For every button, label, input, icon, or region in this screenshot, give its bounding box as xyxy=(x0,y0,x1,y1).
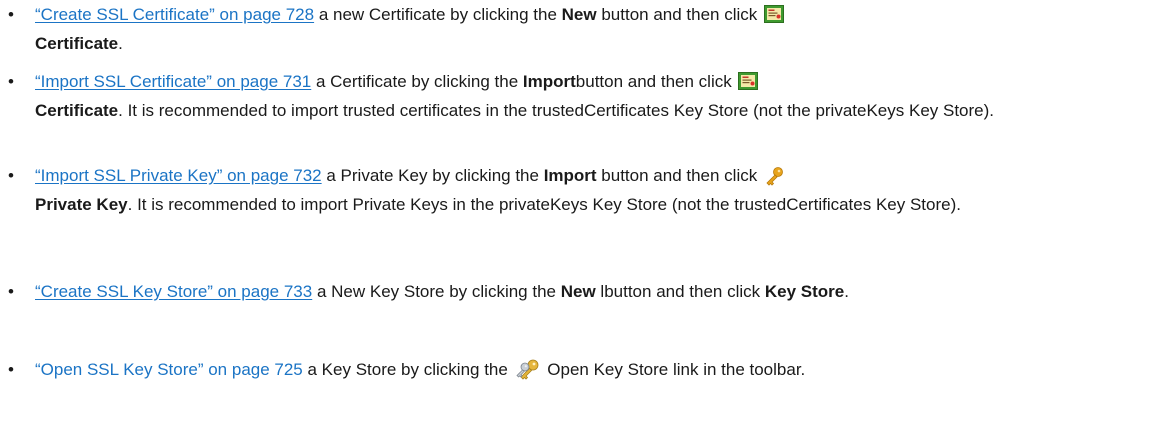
bullet-marker: • xyxy=(8,360,14,379)
item-text: button and then click xyxy=(575,72,737,91)
import-label: Import xyxy=(543,166,597,185)
certificate-icon xyxy=(738,72,759,98)
item-text: a New Key Store by clicking the xyxy=(312,282,561,301)
certificate-label: Certificate xyxy=(35,101,119,120)
item-text: . xyxy=(118,34,123,53)
import-ssl-certificate-link[interactable]: “Import SSL Certificate” on page 731 xyxy=(35,72,311,91)
list-item: • “Open SSL Key Store” on page 725 a Key… xyxy=(0,357,1130,386)
open-ssl-key-store-link[interactable]: “Open SSL Key Store” on page 725 xyxy=(35,360,303,379)
item-text: . It is recommended to import Private Ke… xyxy=(127,195,961,214)
list-item: • “Create SSL Key Store” on page 733 a N… xyxy=(0,279,1130,305)
import-label: Import xyxy=(522,72,576,91)
bullet-marker: • xyxy=(8,72,14,91)
certificate-icon xyxy=(764,5,785,31)
list-item-text: “Create SSL Key Store” on page 733 a New… xyxy=(35,279,1130,305)
item-text: . xyxy=(844,282,849,301)
item-text: lbutton and then click xyxy=(595,282,765,301)
keys-icon xyxy=(515,358,543,386)
import-ssl-private-key-link[interactable]: “Import SSL Private Key” on page 732 xyxy=(35,166,322,185)
item-text: Open Key Store link in the toolbar. xyxy=(542,360,806,379)
item-text: button and then click xyxy=(596,5,763,24)
list-item-text: “Open SSL Key Store” on page 725 a Key S… xyxy=(35,357,1130,386)
private-key-label: Private Key xyxy=(35,195,128,214)
item-text: . It is recommended to import trusted ce… xyxy=(118,101,995,120)
document-page: • “Create SSL Certificate” on page 728 a… xyxy=(0,0,1150,444)
bullet-marker: • xyxy=(8,282,14,301)
list-item: • “Import SSL Private Key” on page 732 a… xyxy=(0,163,1130,218)
new-label: New xyxy=(561,5,597,24)
list-item-text: “Import SSL Certificate” on page 731 a C… xyxy=(35,69,1130,124)
new-label: New xyxy=(560,282,596,301)
create-ssl-certificate-link[interactable]: “Create SSL Certificate” on page 728 xyxy=(35,5,314,24)
item-text: a new Certificate by clicking the xyxy=(314,5,562,24)
list-item: • “Create SSL Certificate” on page 728 a… xyxy=(0,2,1130,57)
item-text: a Private Key by clicking the xyxy=(321,166,544,185)
key-store-label: Key Store xyxy=(764,282,845,301)
bullet-marker: • xyxy=(8,166,14,185)
private-key-icon xyxy=(764,166,784,192)
certificate-label: Certificate xyxy=(35,34,119,53)
item-text: button and then click xyxy=(596,166,762,185)
create-ssl-key-store-link[interactable]: “Create SSL Key Store” on page 733 xyxy=(35,282,312,301)
item-text: a Certificate by clicking the xyxy=(311,72,523,91)
list-item-text: “Import SSL Private Key” on page 732 a P… xyxy=(35,163,1130,218)
list-item-text: “Create SSL Certificate” on page 728 a n… xyxy=(35,2,1130,57)
bullet-marker: • xyxy=(8,5,14,24)
item-text: a Key Store by clicking the xyxy=(302,360,513,379)
list-item: • “Import SSL Certificate” on page 731 a… xyxy=(0,69,1130,124)
